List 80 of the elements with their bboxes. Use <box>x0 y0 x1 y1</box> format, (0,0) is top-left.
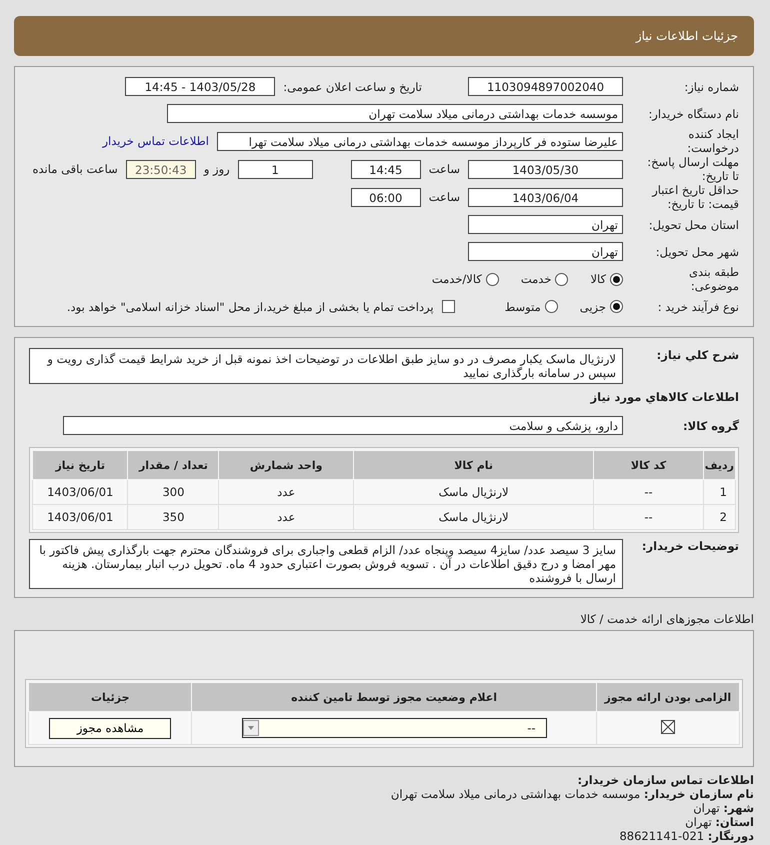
notes-text-area[interactable]: سایز 3 سیصد عدد/ سایز4 سیصد وپنجاه عدد/ الزام قطعی واجباری برای فروشندگان محترم جهت بارگذاری پیش فاکتور با مهر امضا و درج دقیق اطلاعات در آن . تسویه فروش بصورت اعتباری حدود 4 ماه. تحویل درب انبار بیمارستان. هزینه ارسال با فروشنده <box>29 539 623 589</box>
section-heading: اطلاعات مجوزهای ارائه خدمت / کالا <box>580 612 754 626</box>
radio-label: متوسط <box>504 300 541 314</box>
summary-text-area[interactable]: لارنژیال ماسک یکبار مصرف در دو سایز طبق اطلاعات در توضیحات اخذ نمونه قبل از خرید شرایط قیمت گذاری رویت و سپس در سامانه بارگذاری نمایید <box>29 348 623 384</box>
contact-label: دورنگار: <box>708 829 754 843</box>
field-label: توضیحات خریدار: <box>640 539 739 553</box>
field-label: روز و <box>204 162 230 176</box>
table-cell: -- <box>594 480 704 504</box>
radio-label: جزیی <box>580 300 606 314</box>
field-label: ایجاد کننده درخواست: <box>686 127 739 155</box>
column-header: ردیف <box>703 450 736 480</box>
field-label: نام دستگاه خریدار: <box>647 106 739 120</box>
validity-time-field[interactable]: 06:00 <box>350 188 421 206</box>
radio-button[interactable] <box>610 272 623 286</box>
buyer-contact-link[interactable]: اطلاعات تماس خریدار <box>102 134 209 148</box>
column-header: اعلام وضعیت مجوز توسط تامین کننده <box>192 682 596 712</box>
field-label: ساعت باقی مانده <box>32 162 118 176</box>
radio-label: خدمت <box>520 272 552 286</box>
radio-button[interactable] <box>555 272 568 286</box>
need-number-field[interactable]: 1103094897002040 <box>468 77 623 96</box>
table-cell: 350 <box>128 504 219 530</box>
column-header: الزامی بودن ارائه مجوز <box>596 682 740 712</box>
radio-button[interactable] <box>544 300 558 313</box>
goods-group-field[interactable]: دارو، پزشکی و سلامت <box>63 416 623 435</box>
contact-value: تهران <box>685 815 712 829</box>
field-label: شماره نیاز: <box>683 80 739 94</box>
view-license-button[interactable]: مشاهده مجوز <box>49 718 172 738</box>
contact-value: موسسه خدمات بهداشتی درمانی میلاد سلامت تهران <box>390 787 640 801</box>
column-header: نام کالا <box>353 450 594 480</box>
column-header: تاریخ نیاز <box>32 450 128 480</box>
table-cell: 1 <box>703 480 736 504</box>
field-label: حداقل تاریخ اعتبار قیمت: تا تاریخ: <box>650 183 739 211</box>
field-label: شهر محل تحویل: <box>654 244 739 258</box>
column-header: کد کالا <box>594 450 704 480</box>
deadline-date-field[interactable]: 1403/05/30 <box>468 160 623 178</box>
table-cell: عدد <box>218 480 354 504</box>
field-label: نوع فرآیند خرید : <box>656 300 739 314</box>
validity-date-field[interactable]: 1403/06/04 <box>468 188 623 206</box>
deadline-time-field[interactable]: 14:45 <box>350 160 421 178</box>
table-cell: 1403/06/01 <box>32 504 128 530</box>
page-header: جزئیات اطلاعات نیاز <box>14 16 754 56</box>
table-cell: -- <box>594 504 704 530</box>
table-cell: 1403/06/01 <box>32 480 128 504</box>
province-field[interactable]: تهران <box>468 215 623 234</box>
field-label: استان محل تحویل: <box>648 218 739 232</box>
column-header: جزئیات <box>28 682 192 712</box>
field-label: ساعت <box>428 162 460 176</box>
column-header: واحد شمارش <box>218 450 354 480</box>
remaining-time-field[interactable]: 23:50:43 <box>126 160 196 178</box>
table-cell: 300 <box>128 480 219 504</box>
field-label: طبقه بندی موضوعی: <box>688 265 739 293</box>
contact-value: 021-88621141 <box>619 829 704 843</box>
table-cell: عدد <box>218 504 354 530</box>
contact-label: شهر: <box>723 801 754 815</box>
status-dropdown[interactable]: -- <box>242 718 547 738</box>
days-field[interactable]: 1 <box>238 160 313 178</box>
column-header: تعداد / مقدار <box>128 450 219 480</box>
field-label: گروه کالا: <box>682 418 739 432</box>
field-label: مهلت ارسال پاسخ: تا تاریخ: <box>646 155 739 183</box>
table-cell: 2 <box>703 504 736 530</box>
radio-label: کالا <box>590 272 606 286</box>
buyer-field[interactable]: موسسه خدمات بهداشتی درمانی میلاد سلامت تهران <box>167 104 623 123</box>
field-label: ساعت <box>428 190 460 204</box>
radio-label: کالا/خدمت <box>432 272 482 286</box>
contact-label: استان: <box>715 815 754 829</box>
announce-date-field[interactable]: 1403/05/28 - 14:45 <box>125 77 276 96</box>
field-label: تاریخ و ساعت اعلان عمومی: <box>283 80 422 94</box>
requester-field[interactable]: علیرضا ستوده فر کارپرداز موسسه خدمات بهداشتی درمانی میلاد سلامت تهرا <box>217 132 623 150</box>
contact-label: نام سازمان خریدار: <box>644 787 754 801</box>
contact-heading: اطلاعات تماس سازمان خریدار: <box>577 773 754 787</box>
contact-value: تهران <box>693 801 720 815</box>
radio-button[interactable] <box>486 272 499 286</box>
treasury-checkbox[interactable] <box>442 300 455 313</box>
table-cell: لارنژیال ماسک <box>353 504 594 530</box>
field-label: شرح کلي نياز: <box>656 348 739 362</box>
checkbox-label: پرداخت تمام یا بخشی از مبلغ خرید،از محل "اسناد خزانه اسلامی" خواهد بود. <box>66 300 434 314</box>
city-field[interactable]: تهران <box>468 242 623 261</box>
table-cell: لارنژیال ماسک <box>353 480 594 504</box>
section-heading: اطلاعات کالاهاي مورد نياز <box>590 390 739 404</box>
radio-button[interactable] <box>610 300 623 313</box>
